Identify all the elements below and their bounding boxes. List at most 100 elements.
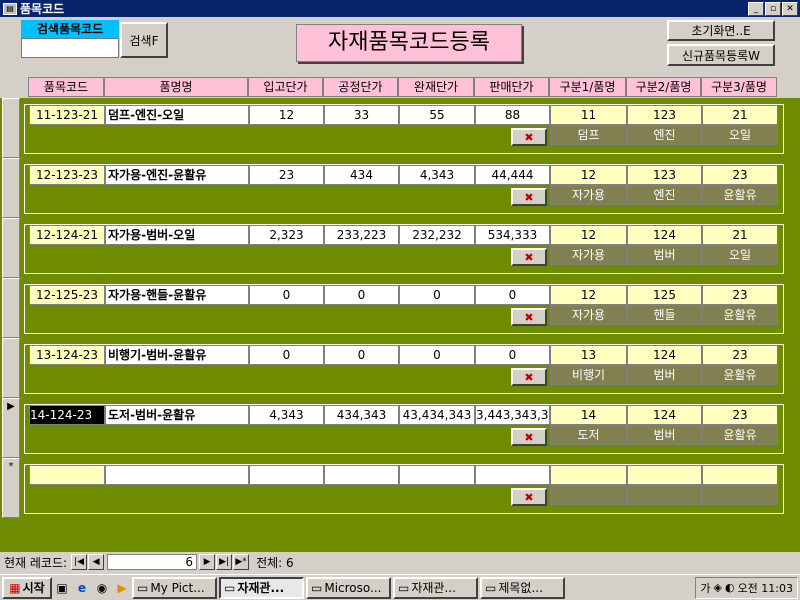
in-price-field[interactable]: 23 xyxy=(249,165,324,185)
nav-new-record-button[interactable]: ▶* xyxy=(233,554,250,570)
proc-price-field[interactable]: 33 xyxy=(324,105,399,125)
minimize-button[interactable]: _ xyxy=(748,1,764,16)
restore-button[interactable]: ▫ xyxy=(765,1,781,16)
item-code-field[interactable]: 14-124-23 xyxy=(29,405,105,425)
sale-price-field[interactable]: 44,444 xyxy=(475,165,550,185)
taskbar-task-4[interactable]: ▭ 제목없... xyxy=(480,576,565,599)
fin-price-field[interactable]: 0 xyxy=(399,285,475,305)
delete-record-button[interactable]: ✖ xyxy=(511,128,547,146)
nav-first-button[interactable]: |◀ xyxy=(71,554,88,570)
taskbar-task-2[interactable]: ▭ Microso... xyxy=(306,576,391,599)
cat2-code-field[interactable]: 124 xyxy=(627,345,702,365)
item-name-field[interactable]: 덤프-엔진-오일 xyxy=(105,105,249,125)
delete-record-button[interactable]: ✖ xyxy=(511,308,547,326)
delete-record-button[interactable]: ✖ xyxy=(511,428,547,446)
record-selector[interactable]: * xyxy=(2,458,20,518)
sale-price-field[interactable]: 0 xyxy=(475,345,550,365)
item-name-field[interactable]: 자가용-엔진-윤활유 xyxy=(105,165,249,185)
cat2-code-field[interactable]: 124 xyxy=(627,405,702,425)
cat3-code-field[interactable]: 21 xyxy=(702,225,778,245)
clock[interactable]: 오전 11:03 xyxy=(738,580,793,596)
close-button[interactable]: ✕ xyxy=(782,1,798,16)
language-icon[interactable]: 가 xyxy=(700,580,710,596)
taskbar-task-1[interactable]: ▭ 자재관... xyxy=(219,576,304,599)
delete-record-button[interactable]: ✖ xyxy=(511,188,547,206)
cat3-code-field[interactable]: 23 xyxy=(702,345,778,365)
proc-price-field[interactable]: 233,223 xyxy=(324,225,399,245)
fin-price-field[interactable] xyxy=(399,465,475,485)
cat1-code-field[interactable]: 12 xyxy=(550,285,627,305)
fin-price-field[interactable]: 43,434,343 xyxy=(399,405,475,425)
in-price-field[interactable]: 0 xyxy=(249,345,324,365)
record-selector[interactable] xyxy=(2,98,20,158)
nav-next-button[interactable]: ▶ xyxy=(199,554,216,570)
new-item-button[interactable]: 신규품목등록W xyxy=(667,44,775,66)
item-code-field[interactable]: 11-123-21 xyxy=(29,105,105,125)
item-name-field[interactable]: 도저-범버-윤활유 xyxy=(105,405,249,425)
proc-price-field[interactable]: 0 xyxy=(324,345,399,365)
delete-record-button[interactable]: ✖ xyxy=(511,248,547,266)
sale-price-field[interactable]: 534,333 xyxy=(475,225,550,245)
item-name-field[interactable]: 비행기-범버-윤활유 xyxy=(105,345,249,365)
delete-record-button[interactable]: ✖ xyxy=(511,368,547,386)
cat1-code-field[interactable] xyxy=(550,465,627,485)
cat3-code-field[interactable]: 23 xyxy=(702,285,778,305)
cat3-code-field[interactable] xyxy=(702,465,778,485)
taskbar-task-3[interactable]: ▭ 자재관... xyxy=(393,576,478,599)
cat2-code-field[interactable] xyxy=(627,465,702,485)
proc-price-field[interactable]: 434,343 xyxy=(324,405,399,425)
search-code-input[interactable] xyxy=(21,38,119,58)
fin-price-field[interactable]: 0 xyxy=(399,345,475,365)
sale-price-field[interactable] xyxy=(475,465,550,485)
sale-price-field[interactable]: 0 xyxy=(475,285,550,305)
in-price-field[interactable]: 4,343 xyxy=(249,405,324,425)
proc-price-field[interactable]: 0 xyxy=(324,285,399,305)
cat1-code-field[interactable]: 12 xyxy=(550,165,627,185)
search-button[interactable]: 검색F xyxy=(120,22,168,58)
delete-record-button[interactable]: ✖ xyxy=(511,488,547,506)
fin-price-field[interactable]: 55 xyxy=(399,105,475,125)
record-selector[interactable] xyxy=(2,278,20,338)
nav-record-number-input[interactable]: 6 xyxy=(107,554,198,570)
cat2-code-field[interactable]: 123 xyxy=(627,165,702,185)
item-code-field[interactable]: 12-123-23 xyxy=(29,165,105,185)
network-icon[interactable]: ◈ xyxy=(713,581,721,594)
desktop-icon[interactable]: ▣ xyxy=(52,578,72,598)
nav-last-button[interactable]: ▶| xyxy=(216,554,233,570)
cat1-code-field[interactable]: 13 xyxy=(550,345,627,365)
cat3-code-field[interactable]: 21 xyxy=(702,105,778,125)
ie-browser-icon[interactable]: e xyxy=(72,578,92,598)
record-selector[interactable] xyxy=(2,218,20,278)
cat2-code-field[interactable]: 124 xyxy=(627,225,702,245)
in-price-field[interactable]: 2,323 xyxy=(249,225,324,245)
item-name-field[interactable]: 자가용-핸들-윤활유 xyxy=(105,285,249,305)
item-code-field[interactable]: 12-125-23 xyxy=(29,285,105,305)
sale-price-field[interactable]: 88 xyxy=(475,105,550,125)
in-price-field[interactable]: 0 xyxy=(249,285,324,305)
item-code-field[interactable] xyxy=(29,465,105,485)
cat2-code-field[interactable]: 125 xyxy=(627,285,702,305)
fin-price-field[interactable]: 232,232 xyxy=(399,225,475,245)
home-screen-button[interactable]: 초기화면..E xyxy=(667,20,775,41)
proc-price-field[interactable]: 434 xyxy=(324,165,399,185)
in-price-field[interactable]: 12 xyxy=(249,105,324,125)
record-selector[interactable] xyxy=(2,158,20,218)
cat3-code-field[interactable]: 23 xyxy=(702,165,778,185)
nav-prev-button[interactable]: ◀ xyxy=(88,554,105,570)
cat2-code-field[interactable]: 123 xyxy=(627,105,702,125)
fin-price-field[interactable]: 4,343 xyxy=(399,165,475,185)
item-code-field[interactable]: 12-124-21 xyxy=(29,225,105,245)
item-code-field[interactable]: 13-124-23 xyxy=(29,345,105,365)
volume-icon[interactable]: ◐ xyxy=(725,581,735,594)
media-player-icon[interactable]: ▶ xyxy=(112,578,132,598)
taskbar-task-0[interactable]: ▭ My Pict... xyxy=(132,576,217,599)
outlook-icon[interactable]: ◉ xyxy=(92,578,112,598)
proc-price-field[interactable] xyxy=(324,465,399,485)
record-selector[interactable] xyxy=(2,338,20,398)
item-name-field[interactable]: 자가용-범버-오일 xyxy=(105,225,249,245)
cat1-code-field[interactable]: 12 xyxy=(550,225,627,245)
cat1-code-field[interactable]: 11 xyxy=(550,105,627,125)
in-price-field[interactable] xyxy=(249,465,324,485)
cat3-code-field[interactable]: 23 xyxy=(702,405,778,425)
sale-price-field[interactable]: 3,443,343,333 xyxy=(475,405,550,425)
